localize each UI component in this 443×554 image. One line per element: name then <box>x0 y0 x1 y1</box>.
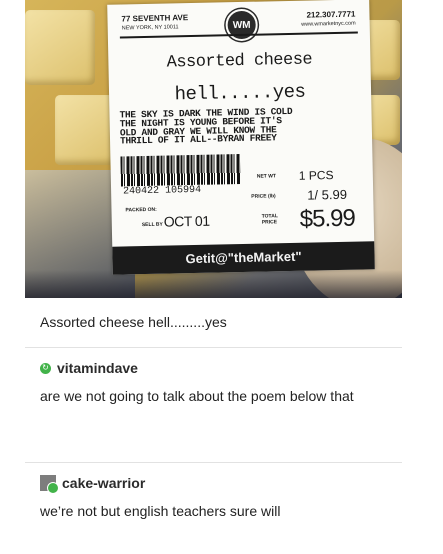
net-weight-label: NET WT <box>256 173 277 180</box>
post-photo: 77 SEVENTH AVE NEW YORK, NY 10011 WM 212… <box>25 0 402 298</box>
barcode <box>120 154 241 187</box>
total-price-label: TOTAL PRICE <box>261 213 278 226</box>
username-link[interactable]: vitamindave <box>57 360 138 376</box>
cheese-cube <box>55 95 115 165</box>
sell-by-label: SELL BY <box>141 221 163 229</box>
barcode-number: 240422 105994 <box>121 184 204 198</box>
avatar[interactable] <box>40 475 59 494</box>
user-row: ↻ vitamindave <box>40 360 400 376</box>
comment-text: we’re not but english teachers sure will <box>40 503 281 519</box>
product-name: Assorted cheese <box>166 50 313 73</box>
store-logo-icon: WM <box>225 8 258 42</box>
divider <box>25 347 402 348</box>
reblog-icon: ↻ <box>40 362 51 374</box>
username-link[interactable]: cake-warrior <box>62 475 145 491</box>
sell-by-date: OCT 01 <box>163 212 210 230</box>
packed-on-label: PACKED ON: <box>125 206 157 214</box>
store-website: www.wmarketnyc.com <box>301 20 356 28</box>
reblog-icon <box>47 482 59 494</box>
store-phone: 212.307.7771 <box>306 9 356 20</box>
cheese-cube <box>25 10 95 85</box>
unit-price: 1/ 5.99 <box>307 186 348 203</box>
reblog-comment: ↻ vitamindave are we not going to talk a… <box>40 360 400 406</box>
store-city: NEW YORK, NY 10011 <box>121 24 179 32</box>
product-name-line2: hell.....yes <box>174 80 306 106</box>
reblog-comment: cake-warrior we’re not but english teach… <box>40 475 400 521</box>
label-slogan: Getit@"theMarket" <box>112 241 375 275</box>
label-poem: THE SKY IS DARK THE WIND IS COLD THE NIG… <box>119 105 293 147</box>
user-row: cake-warrior <box>40 475 400 494</box>
price-label: 77 SEVENTH AVE NEW YORK, NY 10011 WM 212… <box>107 0 375 275</box>
price-per-lb-label: PRICE (lb) <box>251 193 276 200</box>
total-price: $5.99 <box>299 204 356 233</box>
quantity: 1 PCS <box>298 168 334 183</box>
photo-shadow <box>25 270 402 298</box>
comment-text: are we not going to talk about the poem … <box>40 388 354 404</box>
divider <box>25 462 402 463</box>
store-address: 77 SEVENTH AVE <box>121 13 189 24</box>
post-caption: Assorted cheese hell.........yes <box>40 314 227 330</box>
